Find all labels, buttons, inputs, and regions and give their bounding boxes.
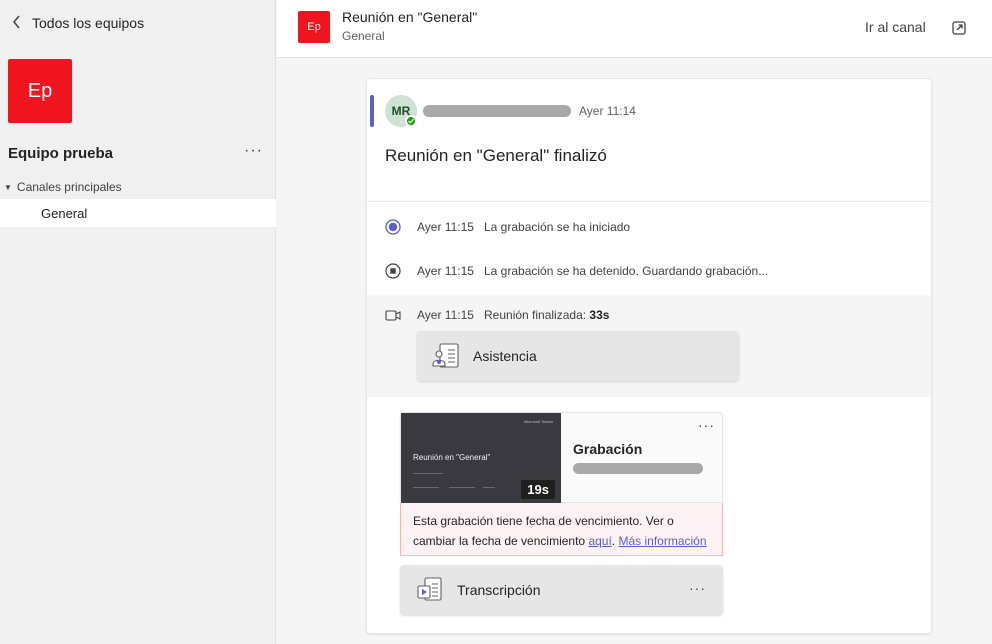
event-row-recording-started: Ayer 11:15 La grabación se ha iniciado — [367, 205, 931, 249]
team-name: Equipo prueba — [8, 145, 113, 162]
section-toggle-canales[interactable]: ▼ Canales principales — [4, 180, 122, 194]
conversation-header: Ep Reunión en "General" General Ir al ca… — [277, 0, 992, 58]
video-camera-icon — [385, 307, 401, 323]
thumbnail-title: Reunión en "General" — [413, 453, 491, 462]
header-title: Reunión en "General" — [342, 9, 478, 25]
recording-stopped-icon — [385, 263, 401, 279]
message-timestamp: Ayer 11:14 — [579, 104, 636, 118]
transcript-icon — [416, 575, 444, 605]
transcript-more-options-button[interactable]: ··· — [689, 580, 706, 596]
sender-name-redacted — [423, 105, 571, 117]
chevron-left-icon — [12, 14, 22, 32]
event-text: Reunión finalizada: 33s — [484, 308, 609, 322]
attendance-report-icon — [431, 342, 461, 370]
sidebar-item-general[interactable]: General — [0, 199, 276, 227]
thumbnail-detail-line — [413, 473, 443, 474]
back-label: Todos los equipos — [32, 15, 145, 31]
attendance-button[interactable]: Asistencia — [417, 331, 739, 381]
thumbnail-detail-line — [483, 487, 495, 488]
thumbnail-detail-line — [413, 487, 439, 488]
presence-available-icon — [405, 115, 417, 127]
recording-title: Grabación — [573, 441, 643, 457]
event-time: Ayer 11:15 — [417, 220, 474, 234]
meeting-card: MR Ayer 11:14 Reunión en "General" final… — [366, 78, 932, 634]
event-text: La grabación se ha detenido. Guardando g… — [484, 264, 769, 278]
expiration-notice: Esta grabación tiene fecha de vencimient… — [400, 503, 723, 556]
team-more-options-button[interactable]: ··· — [244, 142, 263, 160]
transcript-button[interactable]: Transcripción ··· — [400, 565, 723, 615]
event-time: Ayer 11:15 — [417, 264, 474, 278]
header-team-avatar: Ep — [298, 11, 330, 43]
meeting-duration: 33s — [589, 308, 610, 322]
recording-subtitle-redacted — [573, 463, 703, 474]
transcript-label: Transcripción — [457, 582, 541, 598]
back-to-all-teams[interactable]: Todos los equipos — [12, 12, 144, 34]
caret-down-icon: ▼ — [4, 182, 12, 192]
attendance-label: Asistencia — [473, 348, 537, 364]
accent-bar — [370, 95, 374, 127]
recording-thumbnail[interactable]: Microsoft Teams Reunión en "General" 19s — [401, 413, 561, 503]
thumbnail-detail-line — [449, 487, 475, 488]
thumbnail-brand: Microsoft Teams — [523, 419, 553, 424]
go-to-channel-button[interactable]: Ir al canal — [865, 19, 926, 35]
expiration-change-link[interactable]: aquí — [588, 534, 611, 548]
recording-card[interactable]: Microsoft Teams Reunión en "General" 19s… — [400, 412, 723, 503]
expiration-separator: . — [611, 534, 616, 548]
event-row-recording-stopped: Ayer 11:15 La grabación se ha detenido. … — [367, 249, 931, 293]
event-text: La grabación se ha iniciado — [484, 220, 631, 234]
divider — [367, 201, 931, 202]
left-sidebar: Todos los equipos Ep Equipo prueba ··· ▼… — [0, 0, 276, 644]
recording-more-options-button[interactable]: ··· — [698, 417, 715, 433]
event-time: Ayer 11:15 — [417, 308, 474, 322]
recording-started-icon — [385, 219, 401, 235]
recording-duration: 19s — [521, 480, 555, 499]
section-label: Canales principales — [16, 180, 122, 194]
header-subtitle: General — [342, 29, 385, 43]
pop-out-icon[interactable] — [951, 20, 967, 36]
team-avatar: Ep — [8, 59, 72, 123]
event-text-label: Reunión finalizada: — [484, 308, 587, 322]
message-title: Reunión en "General" finalizó — [385, 146, 607, 165]
learn-more-link[interactable]: Más información — [618, 534, 706, 548]
